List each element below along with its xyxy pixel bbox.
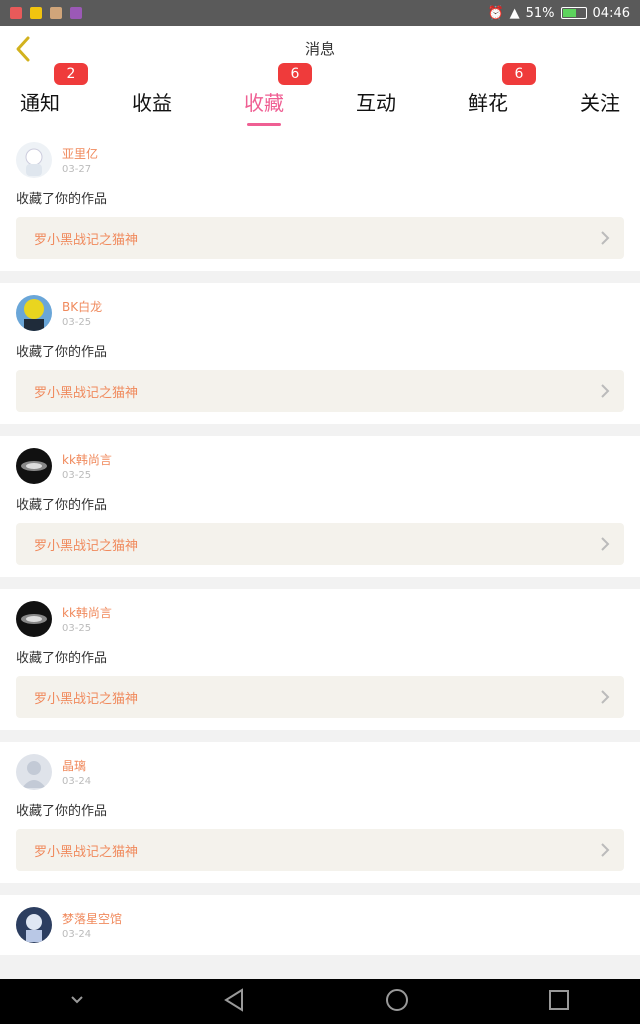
user-row[interactable]: kk韩尚言 03-25: [16, 601, 624, 637]
avatar-image: [21, 614, 47, 624]
message-list: 亚里亿 03-27 收藏了你的作品 罗小黑战记之猫神 BK白龙 03-25 收藏…: [0, 130, 640, 967]
timestamp: 03-24: [62, 929, 92, 940]
work-title: 罗小黑战记之猫神: [34, 232, 139, 248]
user-row[interactable]: 晶璃 03-24: [16, 754, 624, 790]
battery-percent: 51%: [525, 5, 555, 21]
unread-badge: 6: [502, 62, 536, 85]
list-item: kk韩尚言 03-25 收藏了你的作品 罗小黑战记之猫神: [0, 436, 640, 577]
tab-interactions[interactable]: 互动: [352, 87, 400, 116]
username[interactable]: BK白龙: [62, 298, 102, 315]
recents-square-icon: [549, 989, 569, 1010]
navigation-bar: [0, 979, 640, 1024]
tab-label: 收益: [132, 90, 172, 115]
work-link[interactable]: 罗小黑战记之猫神: [16, 217, 624, 259]
app-icon-3: [50, 7, 62, 19]
user-row[interactable]: kk韩尚言 03-25: [16, 448, 624, 484]
app-icon-4: [70, 7, 82, 19]
chevron-right-icon: [601, 843, 610, 857]
action-text: 收藏了你的作品: [16, 804, 108, 819]
avatar[interactable]: [16, 907, 52, 943]
work-link[interactable]: 罗小黑战记之猫神: [16, 523, 624, 565]
avatar[interactable]: [16, 448, 52, 484]
username[interactable]: 晶璃: [62, 757, 91, 774]
action-text: 收藏了你的作品: [16, 651, 108, 666]
tab-following[interactable]: 关注: [576, 87, 624, 116]
header: 消息: [0, 26, 640, 73]
username[interactable]: kk韩尚言: [62, 451, 112, 468]
username[interactable]: kk韩尚言: [62, 604, 112, 621]
home-circle-icon: [386, 988, 408, 1011]
avatar[interactable]: [16, 601, 52, 637]
avatar[interactable]: [16, 754, 52, 790]
chevron-right-icon: [601, 537, 610, 551]
tab-earnings[interactable]: 收益: [128, 87, 176, 116]
chevron-down-icon: [71, 995, 83, 1003]
tab-label: 互动: [356, 90, 396, 115]
tab-favorites[interactable]: 收藏 6: [240, 62, 312, 126]
work-link[interactable]: 罗小黑战记之猫神: [16, 676, 624, 718]
status-bar: ⏰ ▲ 51% 04:46: [0, 0, 640, 26]
home-nav-button[interactable]: [384, 987, 410, 1017]
signal-icon: ▲: [509, 5, 520, 21]
page-title: 消息: [304, 40, 335, 58]
list-item: 晶璃 03-24 收藏了你的作品 罗小黑战记之猫神: [0, 742, 640, 883]
app-icon-1: [10, 7, 22, 19]
avatar-image: [25, 148, 43, 176]
active-tab-indicator: [247, 122, 281, 126]
user-row[interactable]: BK白龙 03-25: [16, 295, 624, 331]
timestamp: 03-25: [62, 317, 92, 328]
username[interactable]: 亚里亿: [62, 145, 98, 162]
work-title: 罗小黑战记之猫神: [34, 385, 139, 401]
timestamp: 03-25: [62, 623, 92, 634]
tab-label: 关注: [580, 90, 620, 115]
hide-nav-button[interactable]: [68, 991, 86, 1013]
avatar[interactable]: [16, 295, 52, 331]
action-text: 收藏了你的作品: [16, 192, 108, 207]
username[interactable]: 梦落星空馆: [62, 910, 122, 927]
avatar-image: [24, 299, 44, 331]
chevron-right-icon: [601, 231, 610, 245]
alarm-icon: ⏰: [487, 5, 504, 21]
chevron-right-icon: [601, 690, 610, 704]
tab-bar: 通知 2 收益 收藏 6 互动 鲜花 6 关注: [0, 62, 640, 130]
avatar-image: [21, 461, 47, 471]
timestamp: 03-24: [62, 776, 92, 787]
default-avatar-icon: [22, 761, 46, 788]
unread-badge: 6: [278, 62, 312, 85]
battery-icon: [560, 7, 587, 19]
timestamp: 03-25: [62, 470, 92, 481]
tab-notifications[interactable]: 通知 2: [16, 62, 88, 116]
action-text: 收藏了你的作品: [16, 498, 108, 513]
timestamp: 03-27: [62, 164, 92, 175]
work-link[interactable]: 罗小黑战记之猫神: [16, 829, 624, 871]
work-title: 罗小黑战记之猫神: [34, 538, 139, 554]
action-text: 收藏了你的作品: [16, 345, 108, 360]
avatar[interactable]: [16, 142, 52, 178]
recents-nav-button[interactable]: [546, 987, 572, 1017]
list-item: BK白龙 03-25 收藏了你的作品 罗小黑战记之猫神: [0, 283, 640, 424]
status-bar-notifications: [10, 7, 82, 19]
tab-label: 通知: [20, 90, 60, 115]
back-nav-button[interactable]: [222, 987, 248, 1017]
list-item: 梦落星空馆 03-24: [0, 895, 640, 955]
work-link[interactable]: 罗小黑战记之猫神: [16, 370, 624, 412]
clock: 04:46: [592, 5, 630, 21]
avatar-image: [26, 914, 42, 942]
tab-label: 收藏: [244, 90, 284, 115]
list-item: 亚里亿 03-27 收藏了你的作品 罗小黑战记之猫神: [0, 130, 640, 271]
user-row[interactable]: 亚里亿 03-27: [16, 142, 624, 178]
chevron-right-icon: [601, 384, 610, 398]
tab-flowers[interactable]: 鲜花 6: [464, 62, 536, 116]
user-row[interactable]: 梦落星空馆 03-24: [16, 907, 624, 943]
work-title: 罗小黑战记之猫神: [34, 691, 139, 707]
status-bar-system: ⏰ ▲ 51% 04:46: [487, 6, 630, 21]
list-item: kk韩尚言 03-25 收藏了你的作品 罗小黑战记之猫神: [0, 589, 640, 730]
app-icon-2: [30, 7, 42, 19]
unread-badge: 2: [54, 62, 88, 85]
work-title: 罗小黑战记之猫神: [34, 844, 139, 860]
tab-label: 鲜花: [468, 90, 508, 115]
back-triangle-icon: [224, 987, 243, 1012]
